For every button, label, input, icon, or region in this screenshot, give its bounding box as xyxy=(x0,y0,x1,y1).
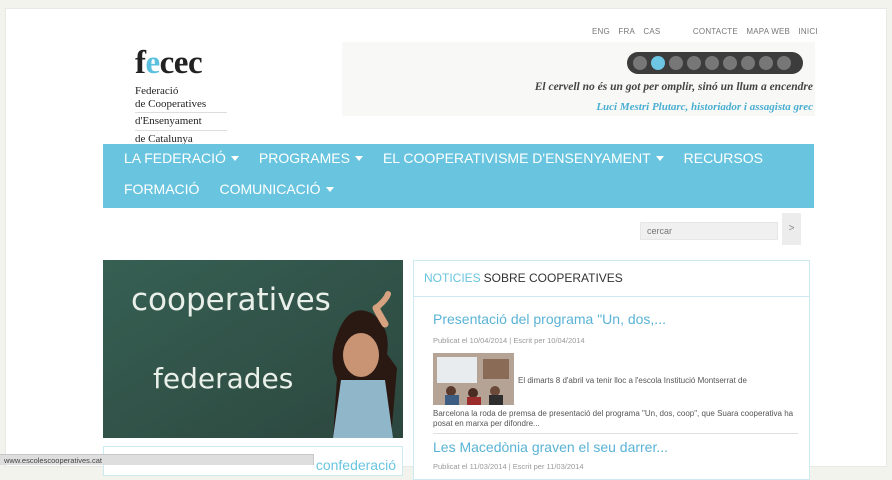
news-article-thumbnail[interactable] xyxy=(433,353,514,405)
banner-quote: El cervell no és un got per omplir, sinó… xyxy=(534,81,813,93)
hero-image-cooperatives[interactable]: cooperatives federades xyxy=(103,260,403,438)
photo-thumbnail-icon xyxy=(433,353,514,405)
nav-item-comunicacio[interactable]: COMUNICACIÓ xyxy=(219,181,334,197)
main-nav: LA FEDERACIÓ PROGRAMES EL COOPERATIVISME… xyxy=(103,144,814,208)
logo-wordmark: fecec xyxy=(135,45,203,81)
slider-dot[interactable] xyxy=(723,56,737,70)
nav-item-programes[interactable]: PROGRAMES xyxy=(259,150,363,166)
news-article-meta-1: Publicat el 10/04/2014 | Escrit per 10/0… xyxy=(433,336,585,345)
logo-subtitle: Federació de Cooperatives d'Ensenyament … xyxy=(135,85,227,145)
mapa-web-link[interactable]: MAPA WEB xyxy=(746,27,790,36)
news-heading: NOTICIES SOBRE COOPERATIVES xyxy=(414,261,809,297)
lang-eng-link[interactable]: ENG xyxy=(592,27,610,36)
caret-down-icon xyxy=(325,186,334,192)
caret-down-icon xyxy=(655,155,664,161)
lang-cas-link[interactable]: CAS xyxy=(643,27,660,36)
quote-banner: El cervell no és un got per omplir, sinó… xyxy=(342,42,815,116)
contacte-link[interactable]: CONTACTE xyxy=(693,27,738,36)
logo-divider xyxy=(135,112,227,113)
slider-pager xyxy=(627,52,803,74)
slider-dot[interactable] xyxy=(759,56,773,70)
news-article-meta-2: Publicat el 11/03/2014 | Escrit per 11/0… xyxy=(433,462,584,471)
slider-dot[interactable] xyxy=(669,56,683,70)
nav-item-recursos[interactable]: RECURSOS xyxy=(684,150,763,166)
hero-chalk-text-1: cooperatives xyxy=(131,282,331,318)
site-logo[interactable]: fecec Federació de Cooperatives d'Enseny… xyxy=(135,46,227,145)
slider-dot[interactable] xyxy=(687,56,701,70)
slider-dot[interactable] xyxy=(651,56,665,70)
lang-fra-link[interactable]: FRA xyxy=(618,27,635,36)
search-input[interactable] xyxy=(640,222,778,240)
caret-down-icon xyxy=(230,155,239,161)
confederacio-label: confederació xyxy=(315,457,396,473)
top-links: ENG FRA CAS CONTACTE MAPA WEB INICI xyxy=(592,27,824,36)
news-panel: NOTICIES SOBRE COOPERATIVES Presentació d… xyxy=(413,260,810,480)
inici-link[interactable]: INICI xyxy=(799,27,818,36)
nav-item-cooperativisme[interactable]: EL COOPERATIVISME D'ENSENYAMENT xyxy=(383,150,664,166)
nav-item-formacio[interactable]: FORMACIÓ xyxy=(124,181,199,197)
slider-dot[interactable] xyxy=(705,56,719,70)
chalkboard-illustration: cooperatives federades xyxy=(103,260,403,438)
slider-dot[interactable] xyxy=(741,56,755,70)
nav-row-2: FORMACIÓ COMUNICACIÓ xyxy=(124,181,354,197)
news-article-title-1[interactable]: Presentació del programa "Un, dos,... xyxy=(433,311,666,327)
logo-divider xyxy=(135,129,227,131)
news-article-excerpt-1: El dimarts 8 d'abril va tenir lloc a l'e… xyxy=(518,376,747,385)
nav-item-la-federacio[interactable]: LA FEDERACIÓ xyxy=(124,150,239,166)
slider-dot[interactable] xyxy=(633,56,647,70)
slider-dot[interactable] xyxy=(777,56,791,70)
banner-quote-author: Luci Mestri Plutarc, historiador i assag… xyxy=(596,101,813,113)
news-divider xyxy=(433,433,798,434)
hero-chalk-text-2: federades xyxy=(153,362,293,395)
browser-status-bar: www.escolescooperatives.cat xyxy=(0,454,314,465)
caret-down-icon xyxy=(354,155,363,161)
nav-row-1: LA FEDERACIÓ PROGRAMES EL COOPERATIVISME… xyxy=(124,150,783,166)
news-article-excerpt-1-cont: Barcelona la roda de premsa de presentac… xyxy=(433,409,794,428)
news-article-title-2[interactable]: Les Macedònia graven el seu darrer... xyxy=(433,439,668,455)
search-button[interactable]: > xyxy=(782,213,801,245)
